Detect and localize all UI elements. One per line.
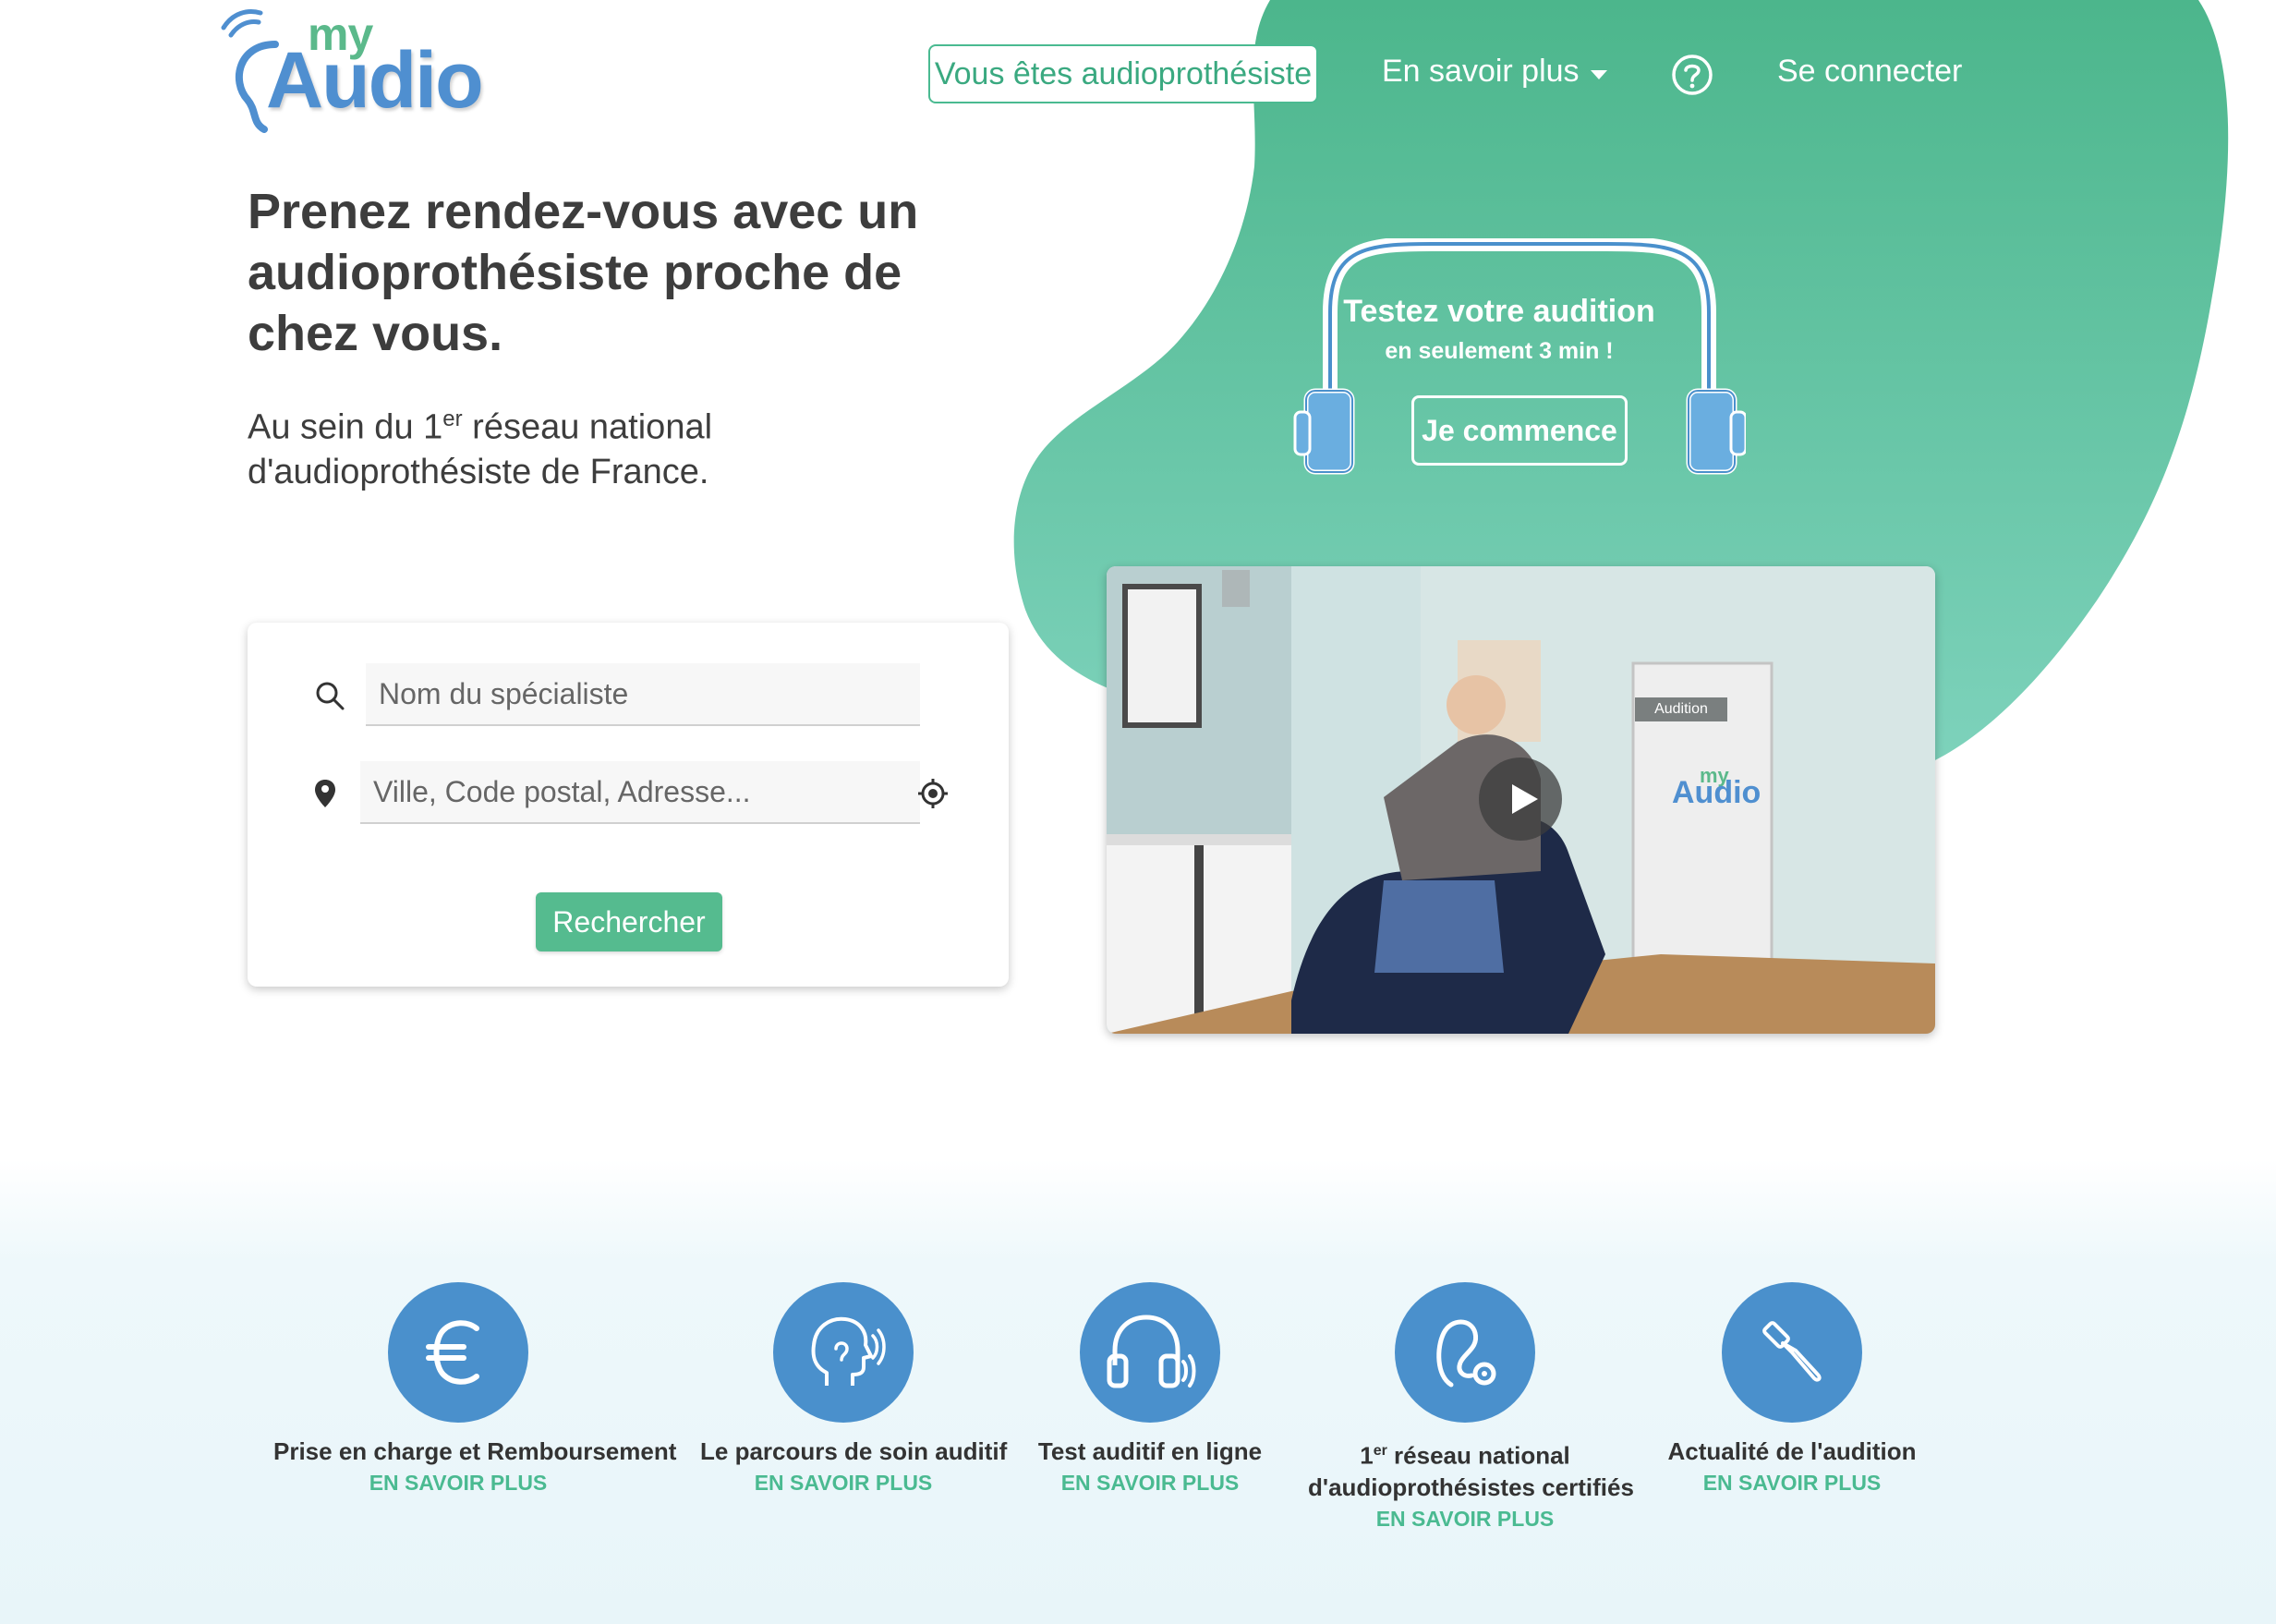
chevron-down-icon — [1590, 69, 1607, 79]
hearing-test-title: Testez votre audition — [1343, 294, 1655, 329]
feature-news-button[interactable] — [1722, 1282, 1862, 1423]
head-sound-icon — [811, 1316, 886, 1386]
gavel-icon — [1762, 1321, 1822, 1382]
location-search-row — [314, 761, 942, 826]
play-icon[interactable] — [1479, 757, 1562, 841]
start-test-button[interactable]: Je commence — [1411, 395, 1628, 466]
hearing-aid-icon — [1436, 1319, 1496, 1388]
feature-title: Prise en charge et Remboursement — [273, 1437, 677, 1465]
hearing-test-widget: Testez votre audition en seulement 3 min… — [1293, 238, 1746, 479]
headphones-icon — [1107, 1315, 1196, 1388]
specialist-name-input[interactable] — [366, 663, 920, 726]
search-card: Rechercher — [248, 623, 1009, 987]
myaudio-logo[interactable]: my Audio — [220, 7, 484, 137]
help-icon[interactable] — [1670, 53, 1714, 97]
learn-more-label: En savoir plus — [1382, 54, 1580, 89]
hero-subtitle: Au sein du 1er réseau national d'audiopr… — [248, 406, 713, 491]
hearing-test-subtitle: en seulement 3 min ! — [1385, 338, 1614, 364]
feature-title: Actualité de l'audition — [1667, 1437, 1917, 1465]
feature-national-network: 1er réseau national d'audioprothésistes c… — [1308, 1282, 1634, 1532]
search-button[interactable]: Rechercher — [536, 892, 722, 951]
learn-more-link[interactable]: EN SAVOIR PLUS — [700, 1471, 987, 1496]
learn-more-dropdown[interactable]: En savoir plus — [1382, 54, 1607, 90]
logo-audio-text: Audio — [266, 36, 484, 125]
specialist-search-row — [314, 663, 942, 728]
door-sign: Audition — [1635, 697, 1727, 721]
learn-more-link[interactable]: EN SAVOIR PLUS — [1308, 1507, 1622, 1532]
learn-more-link[interactable]: EN SAVOIR PLUS — [1663, 1471, 1921, 1496]
login-link[interactable]: Se connecter — [1777, 54, 1962, 90]
feature-title: 1er réseau national d'audioprothésistes c… — [1308, 1441, 1634, 1501]
feature-online-test-button[interactable] — [1080, 1282, 1220, 1423]
feature-reimbursement: Prise en charge et Remboursement EN SAVO… — [273, 1282, 677, 1496]
search-icon — [316, 682, 345, 710]
feature-care-path-button[interactable] — [773, 1282, 914, 1423]
hero-title: Prenez rendez-vous avec un audioprothési… — [248, 184, 919, 361]
feature-national-network-button[interactable] — [1395, 1282, 1535, 1423]
geolocate-icon[interactable] — [917, 778, 949, 809]
video-player[interactable]: Audition my Audio — [1107, 566, 1935, 1034]
location-pin-icon — [315, 780, 335, 807]
euro-icon — [426, 1320, 479, 1385]
door-logo-audio: Audio — [1672, 775, 1761, 810]
learn-more-link[interactable]: EN SAVOIR PLUS — [1035, 1471, 1265, 1496]
feature-title: Le parcours de soin auditif — [700, 1437, 1008, 1465]
location-input[interactable] — [360, 761, 920, 824]
professional-link[interactable]: Vous êtes audioprothésiste — [928, 44, 1318, 103]
feature-reimbursement-button[interactable] — [388, 1282, 528, 1423]
learn-more-link[interactable]: EN SAVOIR PLUS — [273, 1471, 643, 1496]
feature-news: Actualité de l'audition EN SAVOIR PLUS — [1663, 1282, 1921, 1496]
feature-title: Test auditif en ligne — [1037, 1437, 1263, 1465]
feature-care-path: Le parcours de soin auditif EN SAVOIR PL… — [700, 1282, 1008, 1496]
feature-online-test: Test auditif en ligne EN SAVOIR PLUS — [1035, 1282, 1265, 1496]
